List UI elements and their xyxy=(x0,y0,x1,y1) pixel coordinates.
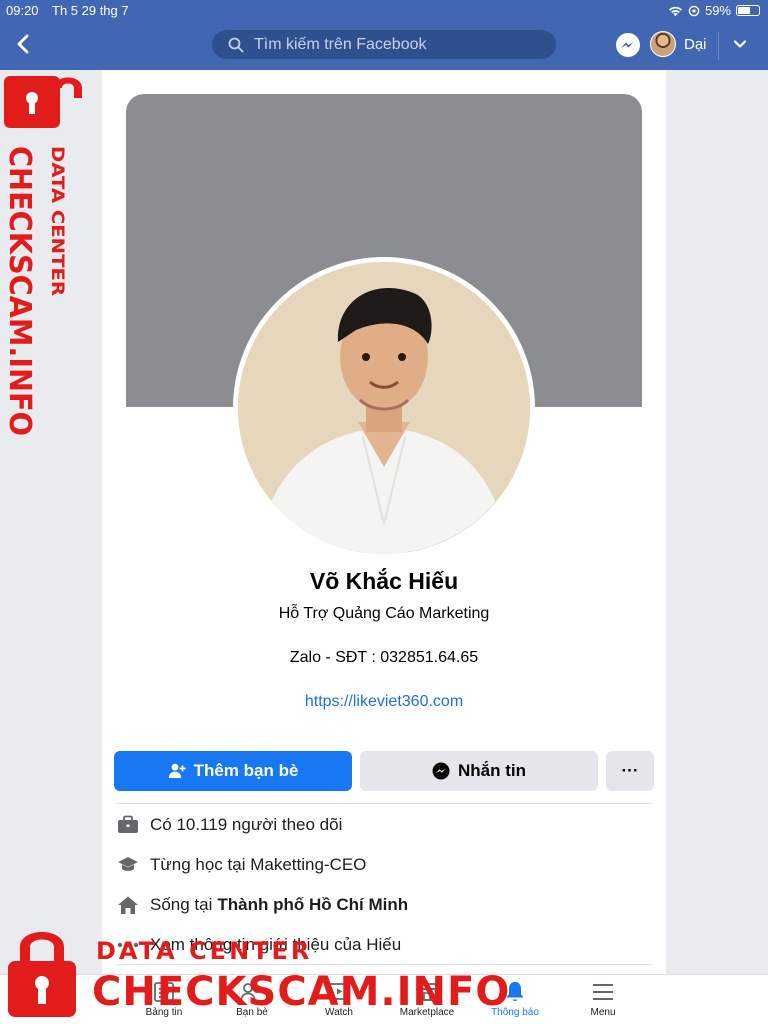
watermark-lock-icon xyxy=(8,932,76,1017)
divider xyxy=(116,803,652,804)
wifi-icon xyxy=(668,6,683,16)
info-row-location: Sống tại Thành phố Hồ Chí Minh xyxy=(116,891,652,919)
search-input[interactable] xyxy=(254,35,534,54)
search-bar[interactable] xyxy=(212,30,556,59)
more-options-icon: ··· xyxy=(621,761,639,780)
chevron-down-icon[interactable] xyxy=(732,36,748,52)
user-name: Dại xyxy=(684,35,707,53)
watermark-vertical-text: CHECKSCAM.INFO DATA CENTER xyxy=(2,146,67,436)
message-label: Nhắn tin xyxy=(458,761,526,780)
profile-picture[interactable] xyxy=(233,257,535,559)
watermark-small-text: DATA CENTER xyxy=(96,937,313,965)
status-bar: 09:20 Th 5 29 thg 7 59% xyxy=(0,0,768,22)
messenger-icon[interactable] xyxy=(615,32,641,58)
battery-icon xyxy=(736,5,760,16)
watermark-vertical-big: CHECKSCAM.INFO xyxy=(2,146,37,436)
nav-divider xyxy=(718,32,719,60)
search-icon xyxy=(228,37,244,52)
profile-bio-line1: Hỗ Trợ Quảng Cáo Marketing xyxy=(278,605,490,622)
profile-photo-image xyxy=(238,262,530,554)
back-arrow-icon[interactable] xyxy=(14,32,32,56)
graduation-cap-icon xyxy=(116,853,140,877)
top-bar: 09:20 Th 5 29 thg 7 59% Dại xyxy=(0,0,768,70)
lives-prefix: Sống tại xyxy=(150,895,213,914)
orientation-lock-icon xyxy=(688,5,700,16)
message-button[interactable]: Nhắn tin xyxy=(360,751,598,791)
home-icon xyxy=(116,893,140,917)
briefcase-icon xyxy=(116,813,140,837)
battery-fill xyxy=(738,7,750,14)
user-chip[interactable]: Dại xyxy=(650,31,707,57)
battery-percent: 59% xyxy=(704,3,731,18)
profile-name: Võ Khắc Hiếu xyxy=(309,568,459,594)
more-options-button[interactable]: ··· xyxy=(606,751,654,791)
followers-text: Có 10.119 người theo dõi xyxy=(150,815,343,834)
info-row-education: Từng học tại Maketting-CEO xyxy=(116,851,652,879)
status-right: 59% xyxy=(668,3,760,18)
user-avatar xyxy=(650,31,676,57)
menu-icon xyxy=(593,984,613,1000)
add-friend-icon xyxy=(168,763,186,778)
education-text: Từng học tại Maketting-CEO xyxy=(150,855,367,874)
profile-bio-line2: Zalo - SĐT : 032851.64.65 xyxy=(289,649,479,666)
watermark-big-text: CHECKSCAM.INFO xyxy=(92,969,511,1015)
info-row-followers: Có 10.119 người theo dõi xyxy=(116,811,652,839)
add-friend-button[interactable]: Thêm bạn bè xyxy=(114,751,352,791)
messenger-icon xyxy=(432,762,450,780)
watermark-lock-icon xyxy=(4,76,82,128)
tab-label: Menu xyxy=(590,1007,616,1018)
lives-city[interactable]: Thành phố Hồ Chí Minh xyxy=(217,895,408,915)
add-friend-label: Thêm bạn bè xyxy=(193,761,299,780)
watermark-vertical-small: DATA CENTER xyxy=(47,146,67,296)
status-date: Th 5 29 thg 7 xyxy=(52,3,129,18)
profile-website-link[interactable]: https://likeviet360.com xyxy=(102,693,666,711)
tab-menu[interactable]: Menu xyxy=(559,979,647,1023)
status-time: 09:20 xyxy=(6,3,39,18)
